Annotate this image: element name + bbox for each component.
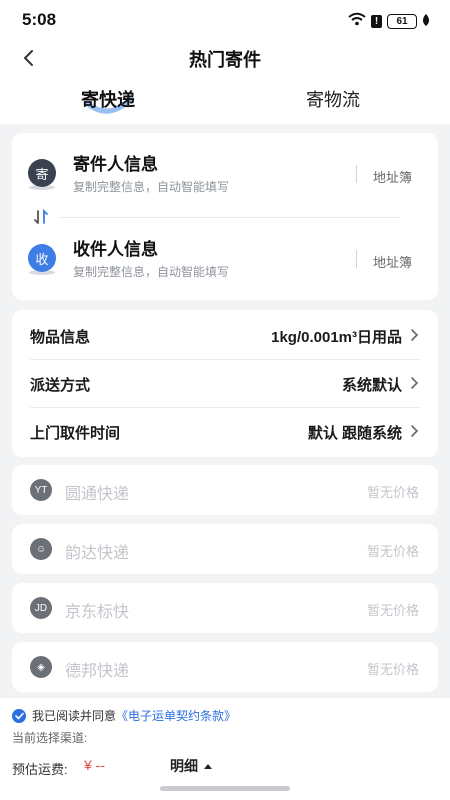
sender-address-book-button[interactable]: 地址簿 [373,167,412,186]
receiver-title: 收件人信息 [73,240,158,259]
carrier-option-jd[interactable]: JD 京东标快 暂无价格 [12,583,438,633]
sender-badge: 寄 [28,159,56,187]
selected-channel-label: 当前选择渠道: [12,731,88,745]
delivery-method-value: 系统默认 [341,377,402,394]
carrier-price: 暂无价格 [366,544,419,559]
carrier-name: 圆通快递 [65,486,130,503]
agreement-terms-link[interactable]: 《电子运单契约条款》 [116,707,236,724]
swap-icon[interactable] [33,208,49,230]
deppon-logo-icon: ◈ [30,656,52,678]
estimated-fee-label: 预估运费: [12,762,68,777]
check-icon [14,712,24,720]
pickup-time-value: 默认 跟随系统 [307,425,402,442]
bottom-bar: 我已阅读并同意 《电子运单契约条款》 当前选择渠道: 预估运费: ¥ -- 明细 [0,698,450,800]
yto-logo-icon: YT [30,479,52,501]
status-time: 5:08 [22,10,57,29]
carrier-price: 暂无价格 [366,603,419,618]
yunda-logo-icon: ☺ [30,538,52,560]
carrier-price: 暂无价格 [366,485,419,500]
chevron-right-icon [411,425,419,437]
nav-bar: 热门寄件 [0,40,450,76]
status-bar: 5:08 ! 61 [0,0,450,40]
delivery-method-row[interactable]: 派送方式 系统默认 [12,360,438,408]
page-title: 热门寄件 [189,50,261,70]
carrier-option-deppon[interactable]: ◈ 德邦快递 暂无价格 [12,642,438,692]
item-info-row[interactable]: 物品信息 1kg/0.001m³日用品 [12,312,438,360]
receiver-subtitle: 复制完整信息，自动智能填写 [73,265,230,279]
receiver-badge: 收 [28,244,56,272]
carrier-name: 韵达快递 [65,545,130,562]
receiver-info-row[interactable]: 收 收件人信息 复制完整信息，自动智能填写 地址簿 [12,232,438,292]
carrier-name: 德邦快递 [65,663,130,680]
sender-info-row[interactable]: 寄 寄件人信息 复制完整信息，自动智能填写 地址簿 [12,147,438,207]
battery-icon: 61 [387,14,417,29]
delivery-method-label: 派送方式 [30,377,91,394]
tab-bar: 寄快递 寄物流 [0,76,450,124]
status-icons: ! 61 [348,12,430,31]
home-indicator[interactable] [160,786,290,791]
item-info-value: 1kg/0.001m³日用品 [271,329,402,346]
pickup-time-row[interactable]: 上门取件时间 默认 跟随系统 [12,408,438,456]
sender-title: 寄件人信息 [73,155,158,174]
carrier-name: 京东标快 [65,604,130,621]
agreement-row: 我已阅读并同意 《电子运单契约条款》 [12,707,236,724]
tab-logistics[interactable]: 寄物流 [306,86,360,112]
agreement-text: 我已阅读并同意 [32,709,117,723]
carrier-option-yto[interactable]: YT 圆通快递 暂无价格 [12,465,438,515]
sender-subtitle: 复制完整信息，自动智能填写 [73,180,230,194]
fee-detail-button[interactable]: 明细 [170,756,213,776]
receiver-address-book-button[interactable]: 地址簿 [373,252,412,271]
fee-detail-label: 明细 [170,758,198,774]
jd-logo-icon: JD [30,597,52,619]
estimated-fee-value: ¥ -- [84,757,105,773]
leaf-icon [422,13,430,31]
carrier-price: 暂无价格 [366,662,419,677]
alert-icon: ! [371,15,382,28]
item-info-label: 物品信息 [30,329,91,346]
shipment-info-card: 物品信息 1kg/0.001m³日用品 派送方式 系统默认 上门取件时间 默认 … [12,310,438,457]
chevron-right-icon [411,377,419,389]
pickup-time-label: 上门取件时间 [30,425,121,442]
tab-express[interactable]: 寄快递 [81,86,135,112]
wifi-icon [348,12,366,31]
chevron-right-icon [411,329,419,341]
agreement-checkbox[interactable] [12,708,26,723]
address-card: 寄 寄件人信息 复制完整信息，自动智能填写 地址簿 收 收件人信息 复制完整信息… [12,133,438,300]
carrier-option-yunda[interactable]: ☺ 韵达快递 暂无价格 [12,524,438,574]
caret-up-icon [204,763,212,769]
